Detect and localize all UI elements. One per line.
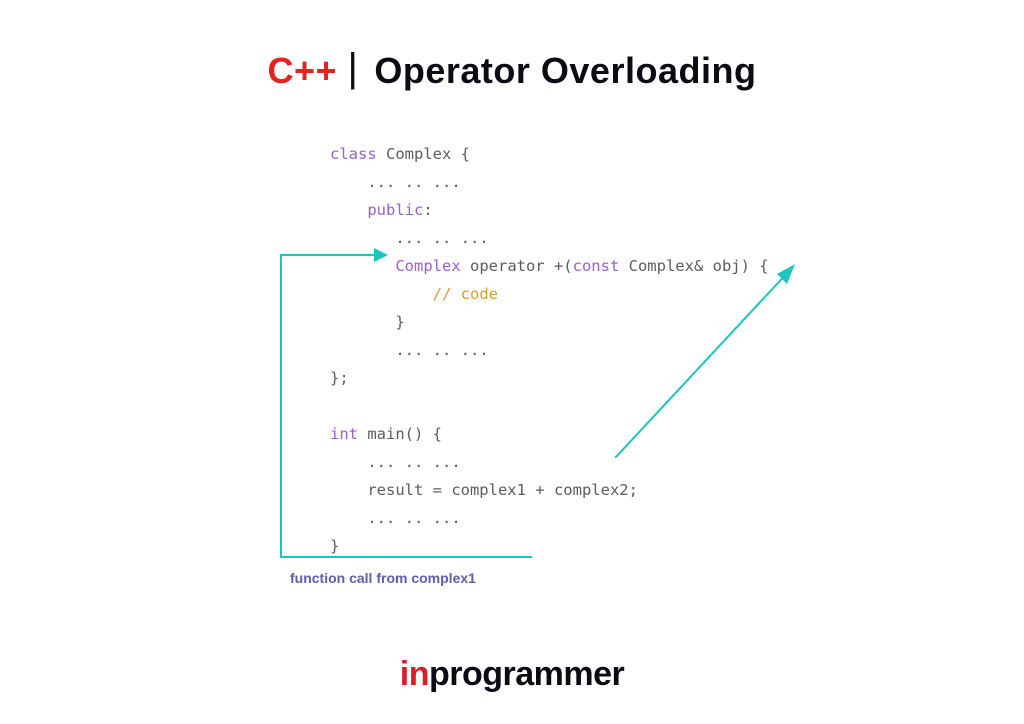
page-title: C++ | Operator Overloading bbox=[0, 48, 1024, 93]
code-ellipsis: ... .. ... bbox=[330, 453, 461, 471]
code-colon: : bbox=[423, 201, 432, 219]
code-text: Complex& obj) { bbox=[619, 257, 768, 275]
keyword-type: Complex bbox=[395, 257, 460, 275]
code-ellipsis: ... .. ... bbox=[330, 173, 461, 191]
keyword-public: public bbox=[367, 201, 423, 219]
keyword-class: class bbox=[330, 145, 377, 163]
title-separator: | bbox=[348, 46, 358, 90]
arrow-path-horizontal bbox=[280, 556, 532, 558]
logo-in: in bbox=[400, 655, 429, 693]
code-ellipsis: ... .. ... bbox=[330, 229, 489, 247]
code-text: } bbox=[330, 313, 405, 331]
title-main: Operator Overloading bbox=[374, 50, 756, 91]
code-text: }; bbox=[330, 369, 349, 387]
title-cpp: C++ bbox=[268, 50, 338, 91]
code-ellipsis: ... .. ... bbox=[330, 509, 461, 527]
keyword-const: const bbox=[573, 257, 620, 275]
code-text: main() { bbox=[358, 425, 442, 443]
code-ellipsis: ... .. ... bbox=[330, 341, 489, 359]
code-text: result = complex1 + complex2; bbox=[330, 481, 638, 499]
code-text: Complex { bbox=[377, 145, 470, 163]
code-comment: // code bbox=[433, 285, 498, 303]
code-indent bbox=[330, 285, 433, 303]
arrow-path-top bbox=[280, 254, 376, 256]
footer-logo: inprogrammer bbox=[0, 655, 1024, 694]
logo-programmer: programmer bbox=[429, 655, 624, 693]
arrow-caption: function call from complex1 bbox=[290, 570, 476, 586]
keyword-int: int bbox=[330, 425, 358, 443]
arrow-path-vertical bbox=[280, 254, 282, 558]
code-snippet: class Complex { ... .. ... public: ... .… bbox=[330, 140, 769, 560]
code-text: operator +( bbox=[461, 257, 573, 275]
code-text: } bbox=[330, 537, 339, 555]
